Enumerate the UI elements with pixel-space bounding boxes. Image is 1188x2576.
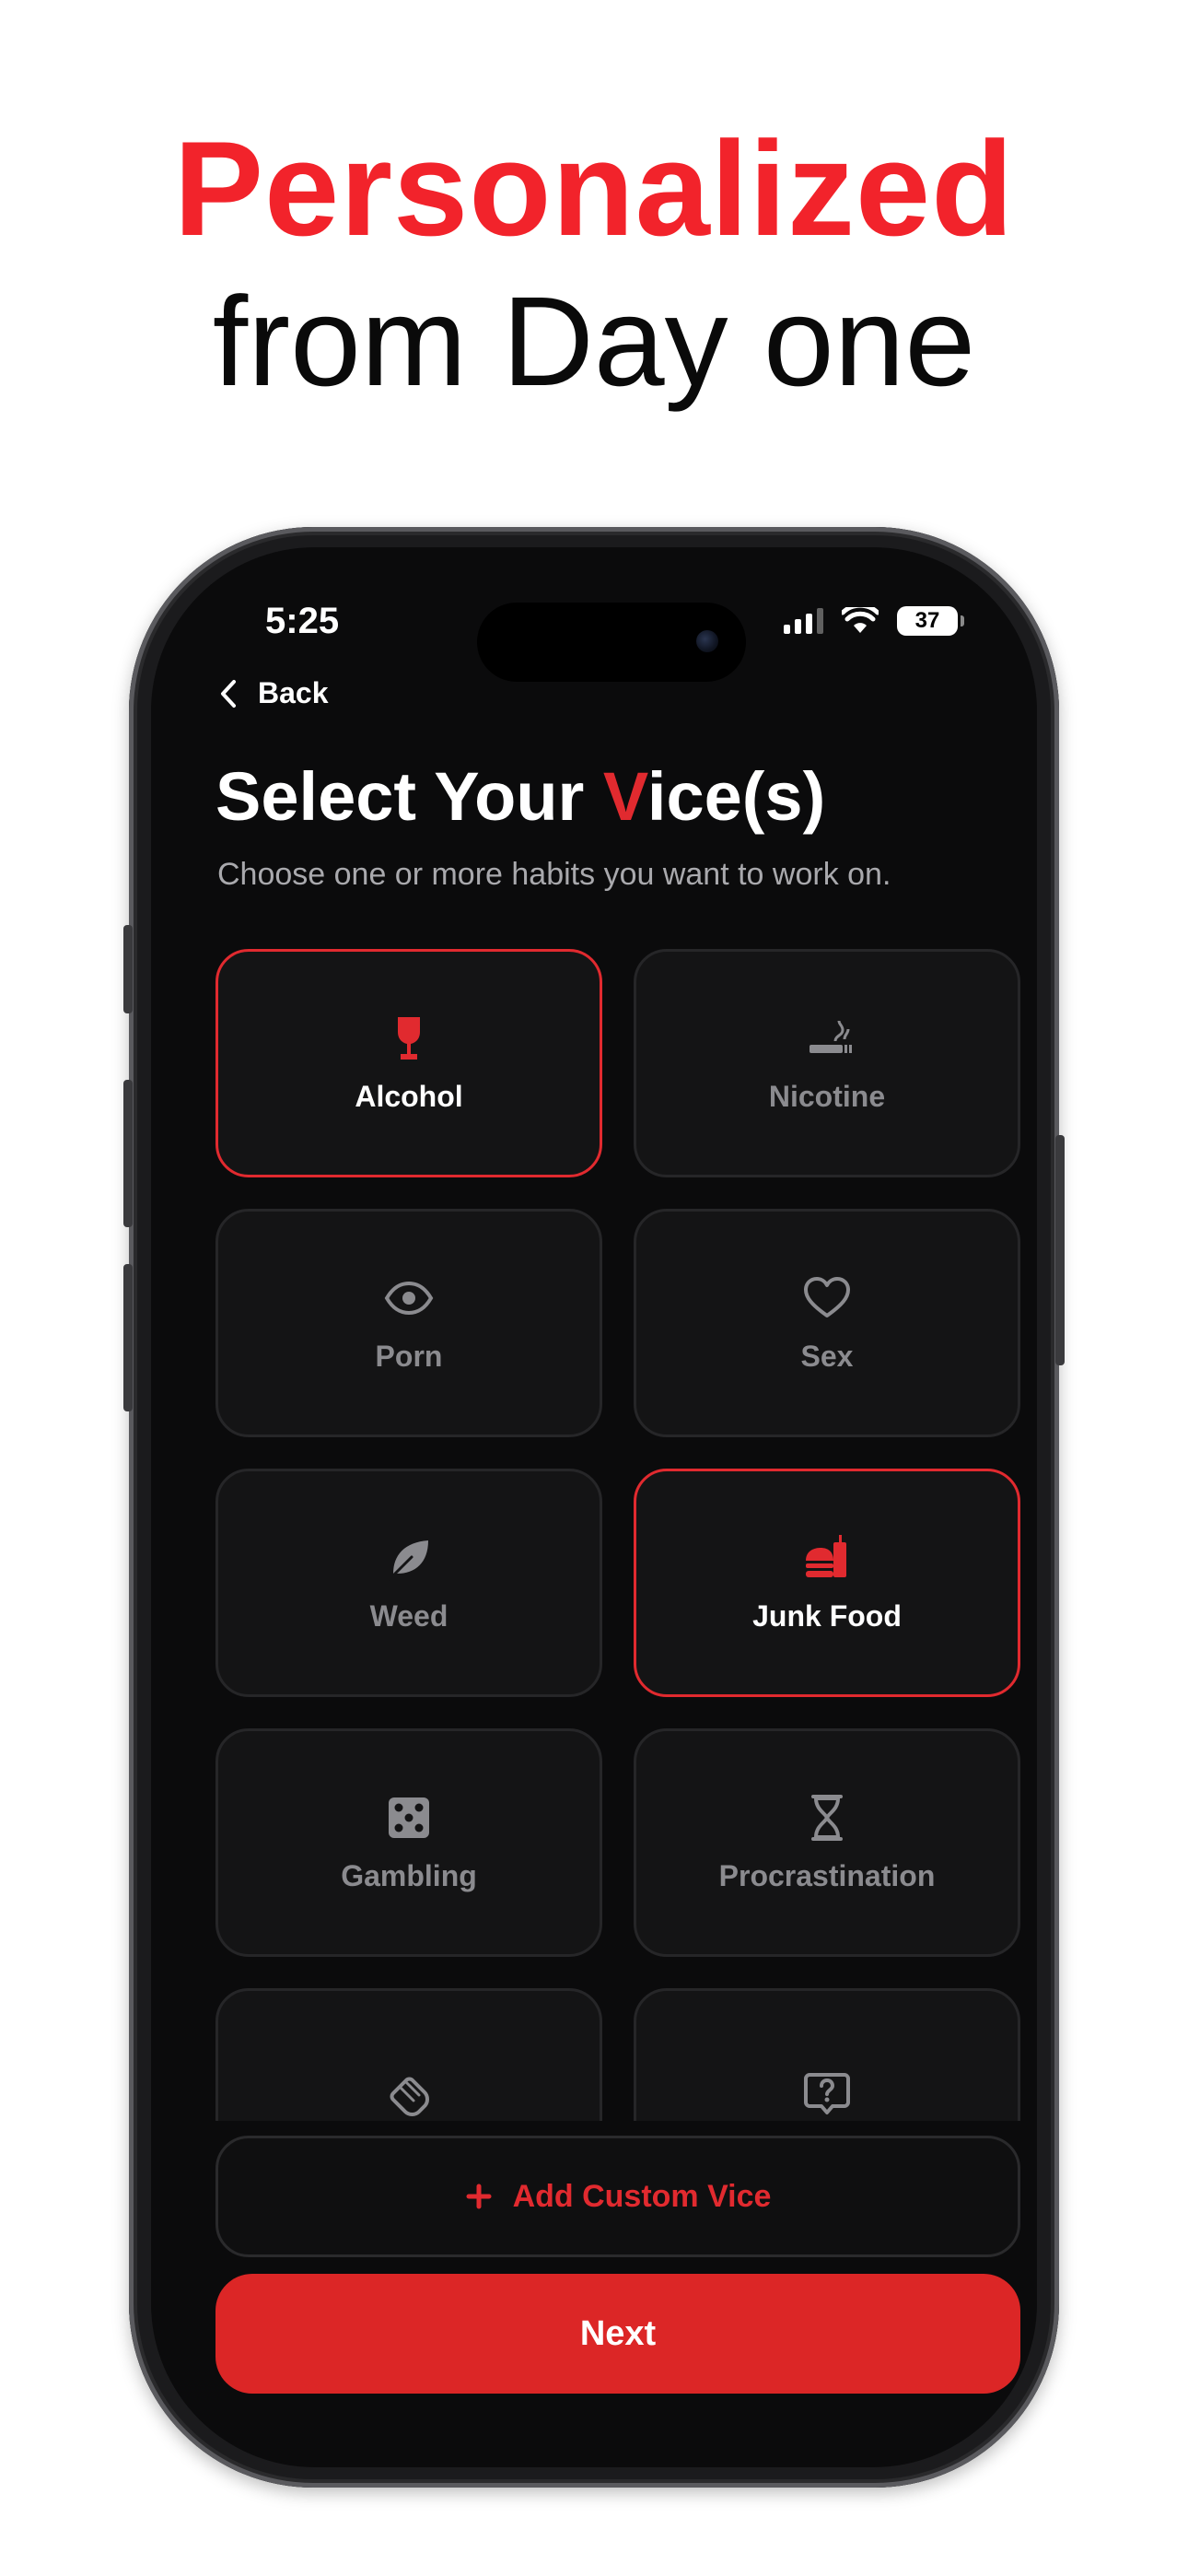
next-label: Next — [579, 2313, 657, 2353]
back-button[interactable]: Back — [219, 676, 329, 710]
vice-label: Alcohol — [355, 1079, 463, 1113]
title-accent-letter: V — [602, 758, 647, 835]
add-custom-vice-label: Add Custom Vice — [512, 2178, 772, 2214]
phone-frame: 5:25 37 Back Select Your Vice(s) Choose … — [123, 527, 1065, 2488]
title-part-1: Select Your — [215, 758, 603, 835]
status-indicators: 37 — [784, 606, 964, 636]
battery-icon: 37 — [897, 606, 964, 636]
heart-icon — [802, 1273, 852, 1323]
hands-icon — [384, 2069, 434, 2119]
next-button[interactable]: Next — [215, 2274, 1020, 2394]
plus-icon — [466, 2184, 492, 2209]
action-button — [123, 925, 133, 1013]
vice-card-porn[interactable]: Porn — [215, 1209, 602, 1437]
title-part-2: ice(s) — [646, 758, 826, 835]
leaf-icon — [384, 1533, 434, 1583]
vice-label: Gambling — [341, 1858, 477, 1892]
vice-card-gambling[interactable]: Gambling — [215, 1728, 602, 1957]
promo-headline: Personalized from Day one — [0, 111, 1188, 416]
app-screen: 5:25 37 Back Select Your Vice(s) Choose … — [151, 547, 1037, 2467]
headline-line-1: Personalized — [173, 113, 1015, 263]
vice-card-alcohol[interactable]: Alcohol — [215, 949, 602, 1177]
vice-grid-scroll[interactable]: Alcohol Nicotine Porn Sex Weed Junk Food… — [215, 949, 1020, 2121]
cellular-signal-icon — [784, 608, 823, 634]
vice-card-9[interactable] — [215, 1988, 602, 2121]
eye-icon — [384, 1273, 434, 1323]
promo-page: Personalized from Day one 5:25 37 Back S… — [0, 0, 1188, 2576]
page-title: Select Your Vice(s) — [215, 757, 825, 836]
vice-card-nicotine[interactable]: Nicotine — [634, 949, 1020, 1177]
status-time: 5:25 — [265, 601, 340, 641]
vice-label: Nicotine — [768, 1079, 886, 1113]
hourglass-icon — [802, 1793, 852, 1843]
dynamic-island — [477, 603, 746, 682]
dice-icon — [384, 1793, 434, 1843]
back-label: Back — [258, 676, 329, 709]
burger-drink-icon — [802, 1533, 852, 1583]
wifi-icon — [842, 607, 879, 633]
front-camera — [696, 630, 718, 652]
headline-line-2: from Day one — [212, 271, 976, 413]
question-bubble-icon — [802, 2069, 852, 2119]
chevron-left-icon — [221, 679, 236, 708]
vice-card-procrastination[interactable]: Procrastination — [634, 1728, 1020, 1957]
wine-glass-icon — [384, 1013, 434, 1063]
vice-card-junk-food[interactable]: Junk Food — [634, 1469, 1020, 1697]
volume-up-button — [123, 1080, 133, 1227]
vice-card-weed[interactable]: Weed — [215, 1469, 602, 1697]
vice-label: Junk Food — [752, 1598, 902, 1633]
vice-card-10[interactable] — [634, 1988, 1020, 2121]
power-button — [1055, 1135, 1065, 1365]
volume-down-button — [123, 1264, 133, 1411]
add-custom-vice-button[interactable]: Add Custom Vice — [215, 2136, 1020, 2257]
cigarette-icon — [802, 1013, 852, 1063]
vice-label: Porn — [375, 1339, 443, 1373]
vice-grid: Alcohol Nicotine Porn Sex Weed Junk Food… — [215, 949, 1020, 2121]
vice-label: Weed — [369, 1598, 448, 1633]
page-subtitle: Choose one or more habits you want to wo… — [217, 857, 891, 892]
vice-card-sex[interactable]: Sex — [634, 1209, 1020, 1437]
vice-label: Sex — [800, 1339, 854, 1373]
vice-label: Procrastination — [718, 1858, 936, 1892]
